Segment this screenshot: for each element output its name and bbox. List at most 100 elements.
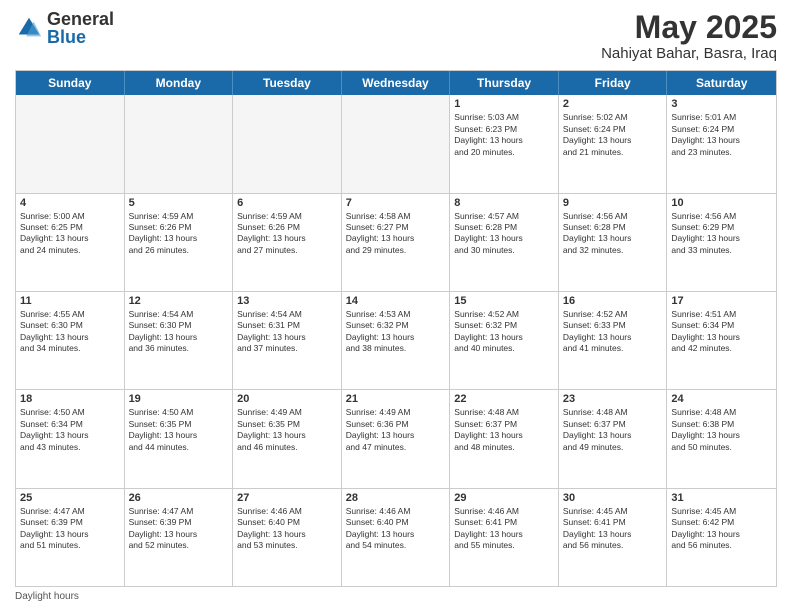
calendar-cell: 19 Sunrise: 4:50 AM Sunset: 6:35 PM Dayli… [125,390,234,487]
day-number: 11 [20,295,120,307]
cell-detail: Sunrise: 4:51 AM Sunset: 6:34 PM Dayligh… [671,309,772,355]
cell-detail: Sunrise: 4:52 AM Sunset: 6:32 PM Dayligh… [454,309,554,355]
day-number: 6 [237,197,337,209]
calendar-row-0: 1 Sunrise: 5:03 AM Sunset: 6:23 PM Daylig… [16,95,776,192]
day-number: 28 [346,492,446,504]
calendar-cell: 9 Sunrise: 4:56 AM Sunset: 6:28 PM Daylig… [559,194,668,291]
cell-detail: Sunrise: 4:56 AM Sunset: 6:29 PM Dayligh… [671,211,772,257]
day-of-week-tuesday: Tuesday [233,71,342,95]
cell-detail: Sunrise: 4:54 AM Sunset: 6:31 PM Dayligh… [237,309,337,355]
calendar-row-1: 4Sunrise: 5:00 AM Sunset: 6:25 PM Daylig… [16,193,776,291]
cell-detail: Sunrise: 4:55 AM Sunset: 6:30 PM Dayligh… [20,309,120,355]
day-of-week-saturday: Saturday [667,71,776,95]
cell-detail: Sunrise: 4:49 AM Sunset: 6:36 PM Dayligh… [346,407,446,453]
calendar-cell: 13Sunrise: 4:54 AM Sunset: 6:31 PM Dayli… [233,292,342,389]
cell-detail: Sunrise: 4:45 AM Sunset: 6:42 PM Dayligh… [671,506,772,552]
title-block: May 2025 Nahiyat Bahar, Basra, Iraq [601,10,777,62]
day-number: 5 [129,197,229,209]
month-title: May 2025 [601,10,777,45]
logo-general-text: General [47,9,114,29]
day-number: 7 [346,197,446,209]
day-number: 31 [671,492,772,504]
calendar-cell: 22 Sunrise: 4:48 AM Sunset: 6:37 PM Dayli… [450,390,559,487]
day-of-week-monday: Monday [125,71,234,95]
cell-detail: Sunrise: 4:49 AM Sunset: 6:35 PM Dayligh… [237,407,337,453]
cell-detail: Sunrise: 4:46 AM Sunset: 6:40 PM Dayligh… [346,506,446,552]
day-number: 26 [129,492,229,504]
cell-detail: Sunrise: 4:50 AM Sunset: 6:35 PM Dayligh… [129,407,229,453]
cell-detail: Sunrise: 4:45 AM Sunset: 6:41 PM Dayligh… [563,506,663,552]
cell-detail: Sunrise: 4:50 AM Sunset: 6:34 PM Dayligh… [20,407,120,453]
calendar-cell: 28 Sunrise: 4:46 AM Sunset: 6:40 PM Dayli… [342,489,451,586]
calendar-cell: 14 Sunrise: 4:53 AM Sunset: 6:32 PM Dayli… [342,292,451,389]
day-number: 8 [454,197,554,209]
calendar-cell: 18Sunrise: 4:50 AM Sunset: 6:34 PM Dayli… [16,390,125,487]
calendar-cell: 6 Sunrise: 4:59 AM Sunset: 6:26 PM Daylig… [233,194,342,291]
day-number: 20 [237,393,337,405]
logo-blue-text: Blue [47,27,86,47]
calendar: SundayMondayTuesdayWednesdayThursdayFrid… [15,70,777,587]
footer-note: Daylight hours [15,591,777,602]
day-number: 16 [563,295,663,307]
logo-icon [15,14,43,42]
cell-detail: Sunrise: 4:57 AM Sunset: 6:28 PM Dayligh… [454,211,554,257]
day-number: 22 [454,393,554,405]
calendar-cell: 2 Sunrise: 5:02 AM Sunset: 6:24 PM Daylig… [559,95,668,192]
calendar-cell: 21 Sunrise: 4:49 AM Sunset: 6:36 PM Dayli… [342,390,451,487]
day-number: 21 [346,393,446,405]
calendar-cell: 26 Sunrise: 4:47 AM Sunset: 6:39 PM Dayli… [125,489,234,586]
cell-detail: Sunrise: 4:59 AM Sunset: 6:26 PM Dayligh… [237,211,337,257]
day-of-week-sunday: Sunday [16,71,125,95]
calendar-header: SundayMondayTuesdayWednesdayThursdayFrid… [16,71,776,95]
page: General Blue May 2025 Nahiyat Bahar, Bas… [0,0,792,612]
calendar-cell: 27Sunrise: 4:46 AM Sunset: 6:40 PM Dayli… [233,489,342,586]
calendar-row-4: 25Sunrise: 4:47 AM Sunset: 6:39 PM Dayli… [16,488,776,586]
cell-detail: Sunrise: 4:52 AM Sunset: 6:33 PM Dayligh… [563,309,663,355]
cell-detail: Sunrise: 4:48 AM Sunset: 6:37 PM Dayligh… [454,407,554,453]
calendar-cell: 10 Sunrise: 4:56 AM Sunset: 6:29 PM Dayli… [667,194,776,291]
calendar-body: 1 Sunrise: 5:03 AM Sunset: 6:23 PM Daylig… [16,95,776,586]
day-number: 24 [671,393,772,405]
calendar-cell: 23Sunrise: 4:48 AM Sunset: 6:37 PM Dayli… [559,390,668,487]
calendar-cell: 5Sunrise: 4:59 AM Sunset: 6:26 PM Daylig… [125,194,234,291]
cell-detail: Sunrise: 5:03 AM Sunset: 6:23 PM Dayligh… [454,112,554,158]
day-number: 15 [454,295,554,307]
calendar-cell [233,95,342,192]
day-of-week-thursday: Thursday [450,71,559,95]
cell-detail: Sunrise: 4:48 AM Sunset: 6:38 PM Dayligh… [671,407,772,453]
day-number: 19 [129,393,229,405]
calendar-cell: 12Sunrise: 4:54 AM Sunset: 6:30 PM Dayli… [125,292,234,389]
day-number: 23 [563,393,663,405]
cell-detail: Sunrise: 5:02 AM Sunset: 6:24 PM Dayligh… [563,112,663,158]
calendar-cell: 4Sunrise: 5:00 AM Sunset: 6:25 PM Daylig… [16,194,125,291]
calendar-cell: 7 Sunrise: 4:58 AM Sunset: 6:27 PM Daylig… [342,194,451,291]
calendar-cell: 20 Sunrise: 4:49 AM Sunset: 6:35 PM Dayli… [233,390,342,487]
calendar-cell: 30 Sunrise: 4:45 AM Sunset: 6:41 PM Dayli… [559,489,668,586]
header: General Blue May 2025 Nahiyat Bahar, Bas… [15,10,777,62]
day-number: 4 [20,197,120,209]
day-number: 2 [563,98,663,110]
cell-detail: Sunrise: 4:58 AM Sunset: 6:27 PM Dayligh… [346,211,446,257]
calendar-cell: 31 Sunrise: 4:45 AM Sunset: 6:42 PM Dayli… [667,489,776,586]
day-of-week-wednesday: Wednesday [342,71,451,95]
calendar-cell: 1 Sunrise: 5:03 AM Sunset: 6:23 PM Daylig… [450,95,559,192]
day-number: 3 [671,98,772,110]
calendar-cell: 11 Sunrise: 4:55 AM Sunset: 6:30 PM Dayli… [16,292,125,389]
cell-detail: Sunrise: 4:47 AM Sunset: 6:39 PM Dayligh… [129,506,229,552]
cell-detail: Sunrise: 4:56 AM Sunset: 6:28 PM Dayligh… [563,211,663,257]
day-number: 30 [563,492,663,504]
day-number: 17 [671,295,772,307]
day-of-week-friday: Friday [559,71,668,95]
cell-detail: Sunrise: 4:53 AM Sunset: 6:32 PM Dayligh… [346,309,446,355]
day-number: 10 [671,197,772,209]
day-number: 14 [346,295,446,307]
calendar-cell: 17 Sunrise: 4:51 AM Sunset: 6:34 PM Dayli… [667,292,776,389]
cell-detail: Sunrise: 4:54 AM Sunset: 6:30 PM Dayligh… [129,309,229,355]
calendar-cell: 29Sunrise: 4:46 AM Sunset: 6:41 PM Dayli… [450,489,559,586]
day-number: 1 [454,98,554,110]
day-number: 9 [563,197,663,209]
calendar-cell: 15 Sunrise: 4:52 AM Sunset: 6:32 PM Dayli… [450,292,559,389]
calendar-cell [125,95,234,192]
day-number: 27 [237,492,337,504]
calendar-cell [342,95,451,192]
